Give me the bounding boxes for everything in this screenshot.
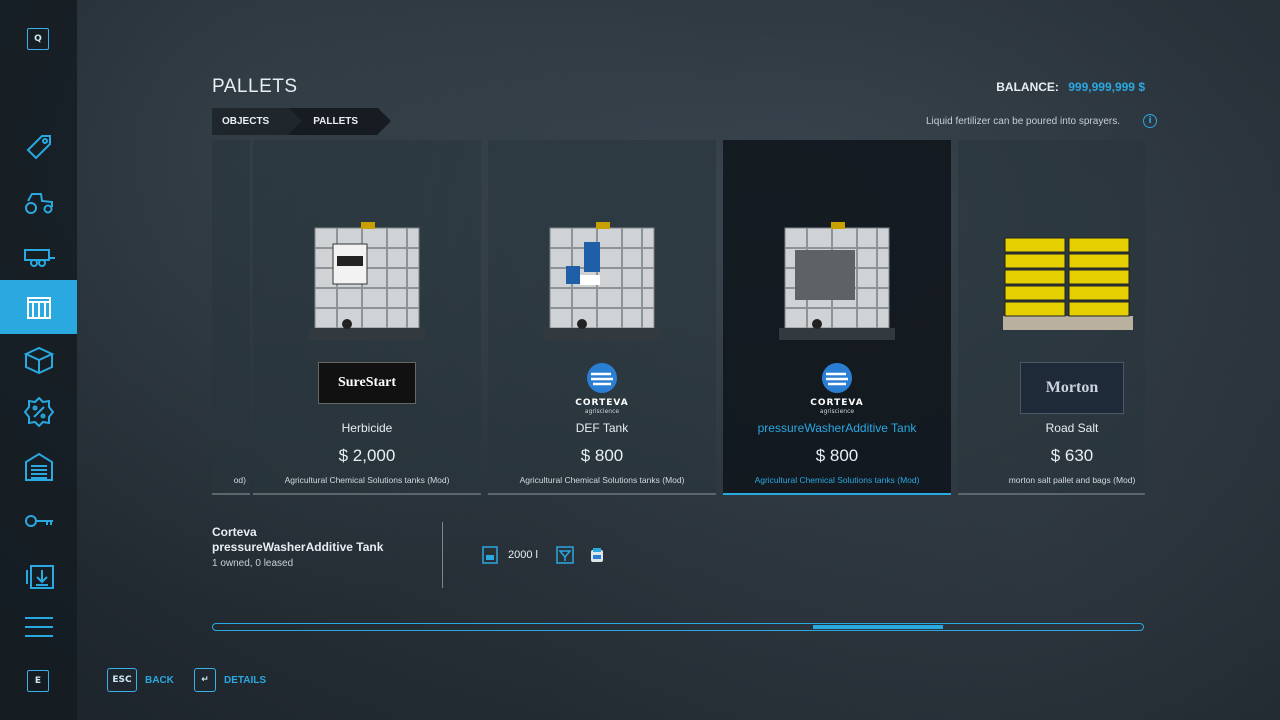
selected-item-brand: Corteva (212, 525, 257, 539)
item-name: DEF Tank (575, 421, 629, 435)
corteva-logo-icon (822, 363, 852, 393)
esc-key-badge: ESC (107, 668, 137, 692)
price-tag-icon (26, 135, 51, 160)
download-icon (25, 565, 54, 589)
ibc-tank-image (309, 222, 425, 340)
menu-icon (24, 617, 53, 637)
scrollbar-thumb[interactable] (813, 625, 943, 629)
details-divider (442, 522, 443, 588)
item-category: Agricultural Chemical Solutions tanks (M… (519, 475, 685, 485)
selected-item-name: pressureWasherAdditive Tank (212, 540, 384, 554)
washer-additive-icon (591, 548, 603, 562)
salt-pallet-image (1003, 237, 1133, 330)
item-card-herbicide[interactable]: SureStart Herbicide $ 2,000 Agricultural… (253, 140, 481, 495)
sidebar-item-menu[interactable] (0, 600, 77, 654)
item-name: Road Salt (1045, 421, 1099, 435)
capacity-value: 2000 l (508, 549, 538, 561)
liquid-fill-icon (556, 546, 574, 564)
sidebar-item-tools[interactable] (0, 228, 77, 282)
item-price: $ 630 (1050, 446, 1094, 465)
balance: BALANCE: 999,999,999 $ (996, 80, 1145, 94)
item-category: Agricultural Chemical Solutions tanks (M… (754, 475, 920, 485)
fill-type-spec (556, 546, 606, 564)
details-label: DETAILS (224, 674, 267, 686)
item-price: $ 2,000 (338, 446, 396, 465)
key-icon (24, 515, 53, 527)
sidebar-item-pallets[interactable] (0, 280, 77, 334)
sidebar-item-sales[interactable] (0, 118, 77, 172)
pallet-icon (26, 297, 51, 319)
sale-percent-icon (23, 396, 54, 428)
sidebar-item-buildings[interactable] (0, 440, 77, 494)
hint-text: Liquid fertilizer can be poured into spr… (926, 116, 1120, 127)
tractor-icon (24, 193, 53, 214)
brand-logo-corteva: CORTEVA agriscience (797, 362, 877, 415)
trailer-icon (23, 249, 55, 267)
page-title: PALLETS (212, 76, 298, 97)
breadcrumb-objects[interactable]: OBJECTS (212, 108, 303, 135)
breadcrumb: OBJECTS PALLETS (212, 108, 391, 135)
sidebar-item-vehicles[interactable] (0, 174, 77, 228)
carousel-scrollbar[interactable] (212, 623, 1144, 631)
selected-item-ownership: 1 owned, 0 leased (212, 558, 294, 569)
back-button[interactable]: ESC BACK (107, 668, 174, 692)
breadcrumb-pallets[interactable]: PALLETS (289, 108, 391, 135)
item-category: Agricultural Chemical Solutions tanks (M… (284, 475, 450, 485)
item-price: $ 800 (580, 446, 624, 465)
balance-label: BALANCE: (996, 80, 1059, 94)
ibc-tank-image (544, 222, 660, 340)
garage-icon (24, 452, 53, 481)
item-card-def-tank[interactable]: CORTEVA agriscience DEF Tank $ 800 Agric… (488, 140, 716, 495)
sidebar-item-downloads[interactable] (0, 548, 77, 602)
back-label: BACK (145, 674, 174, 686)
item-price: $ 800 (815, 446, 859, 465)
capacity-spec: 2000 l (482, 546, 538, 564)
brand-logo-subtext: agriscience (819, 408, 855, 415)
sidebar-item-objects[interactable] (0, 333, 77, 387)
prev-category-key[interactable]: Q (27, 28, 49, 50)
enter-key-icon: ↵ (194, 668, 216, 692)
capacity-icon (482, 546, 498, 564)
item-card-pressure-washer-additive-tank[interactable]: CORTEVA agriscience pressureWasherAdditi… (723, 140, 951, 495)
brand-logo-text: SureStart (318, 362, 416, 404)
item-category: morton salt pallet and bags (Mod) (1008, 475, 1136, 485)
brand-logo-text: CORTEVA (810, 398, 864, 408)
brand-logo-subtext: agriscience (584, 408, 620, 415)
item-category: od) (233, 475, 246, 485)
brand-logo-text: Morton (1020, 362, 1124, 414)
brand-logo-text: CORTEVA (575, 398, 629, 408)
ibc-tank-image (779, 222, 895, 340)
item-name: pressureWasherAdditive Tank (757, 421, 917, 435)
selected-item-title: Corteva pressureWasherAdditive Tank (212, 525, 383, 555)
item-carousel: od) SureStart Herbicide $ 2,000 Agricult… (212, 140, 1145, 495)
objects-box-icon (23, 346, 54, 375)
item-card-road-salt[interactable]: Morton Road Salt $ 630 morton salt palle… (958, 140, 1145, 495)
sidebar-item-sale[interactable] (0, 385, 77, 439)
next-category-key[interactable]: E (27, 670, 49, 692)
info-icon[interactable]: i (1143, 114, 1157, 128)
item-name: Herbicide (341, 421, 393, 435)
corteva-logo-icon (587, 363, 617, 393)
brand-logo-morton: Morton (1020, 362, 1124, 414)
sidebar: Q E (0, 0, 77, 720)
balance-value: 999,999,999 $ (1068, 80, 1145, 94)
details-button[interactable]: ↵ DETAILS (194, 668, 266, 692)
brand-logo-surestart: SureStart (318, 362, 416, 404)
sidebar-item-leasing[interactable] (0, 494, 77, 548)
item-card-partial[interactable]: od) (212, 140, 250, 495)
brand-logo-corteva: CORTEVA agriscience (562, 362, 642, 415)
